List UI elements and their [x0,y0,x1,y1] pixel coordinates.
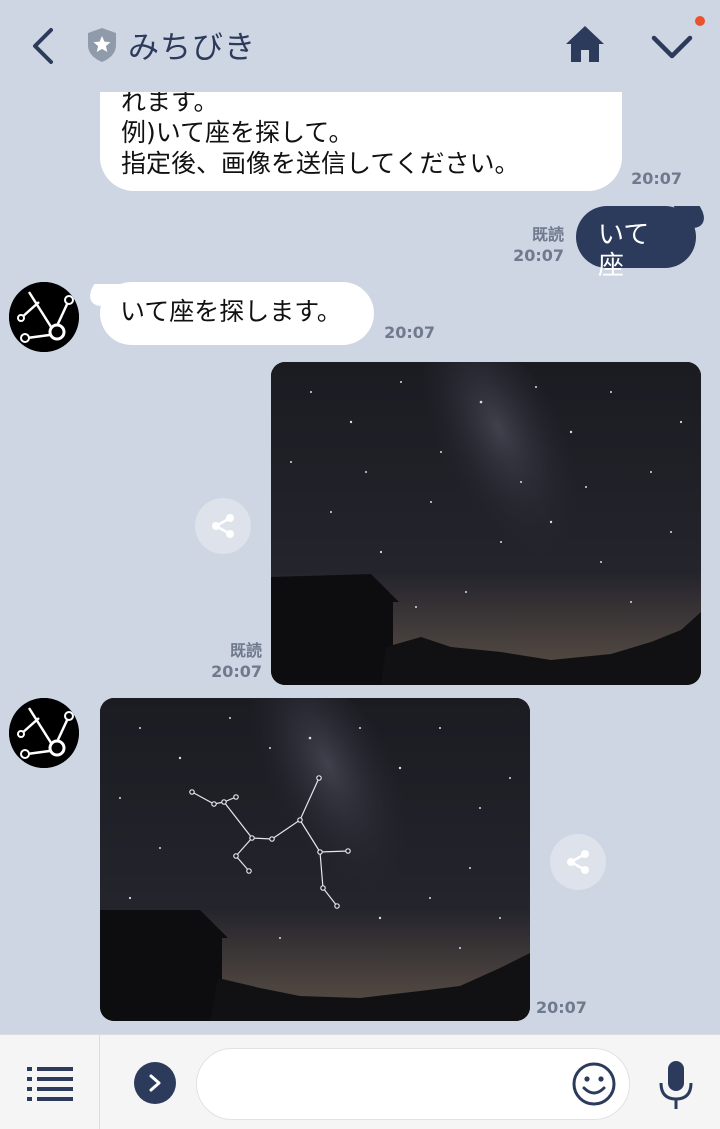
menu-button[interactable] [0,1035,100,1129]
read-receipt: 既読 [531,225,564,244]
share-icon [567,850,589,874]
message-timestamp: 20:07 [536,998,587,1017]
avatar[interactable] [9,698,79,768]
outgoing-message-bubble[interactable]: いて座 [576,206,696,281]
read-receipt: 既読 [229,641,262,660]
back-button[interactable] [22,24,62,68]
back-arrow-icon [33,28,53,64]
expand-button[interactable] [134,1062,176,1104]
message-line: 例)いて座を探して。 [121,118,354,147]
chat-title: みちびき [128,30,256,66]
incoming-message-bubble[interactable]: いて座を探します。 [100,282,374,345]
emoji-icon [572,1062,616,1106]
composer-bar [0,1034,720,1129]
chevron-right-icon [149,1074,161,1092]
bot-logo-icon [9,698,79,768]
chat-header: みちびき [0,0,720,92]
message-timestamp: 20:07 [631,169,682,188]
home-icon [566,26,604,62]
message-input[interactable] [196,1048,630,1120]
menu-list-icon [26,1066,73,1101]
chevron-down-icon [651,35,693,59]
share-button[interactable] [550,834,606,890]
sent-night-sky-photo[interactable] [271,362,701,685]
home-button[interactable] [562,22,608,68]
avatar[interactable] [9,282,79,352]
microphone-button[interactable] [656,1059,696,1111]
notification-dot [695,16,705,26]
received-constellation-photo[interactable] [100,698,530,1021]
message-timestamp: 20:07 [513,246,564,265]
incoming-message-bubble[interactable]: れます。 例)いて座を探して。 指定後、画像を送信してください。 [100,92,622,191]
message-line: れます。 [121,92,219,116]
message-line: 指定後、画像を送信してください。 [121,149,520,178]
share-icon [212,514,234,538]
shield-star-icon [88,28,116,62]
microphone-icon [659,1061,693,1109]
bot-logo-icon [9,282,79,352]
chat-area[interactable]: れます。 例)いて座を探して。 指定後、画像を送信してください。 20:07 既… [0,92,720,1034]
message-timestamp: 20:07 [211,662,262,681]
menu-toggle-button[interactable] [648,24,696,70]
share-button[interactable] [195,498,251,554]
message-timestamp: 20:07 [384,323,435,342]
emoji-button[interactable] [572,1062,616,1106]
